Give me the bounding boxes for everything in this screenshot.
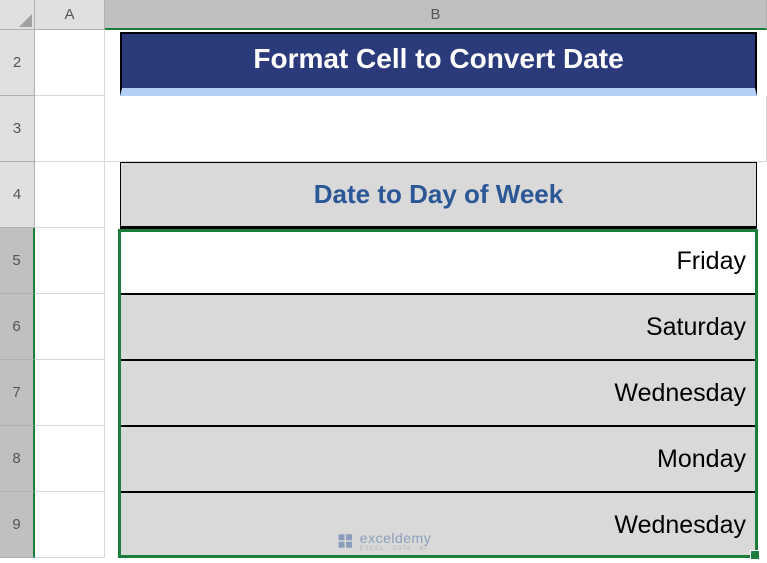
cell-a9[interactable] bbox=[35, 492, 105, 558]
row-header-2[interactable]: 2 bbox=[0, 30, 35, 96]
cell-b7[interactable]: Wednesday bbox=[120, 360, 757, 426]
cell-a2[interactable] bbox=[35, 30, 105, 96]
cell-a8[interactable] bbox=[35, 426, 105, 492]
cell-a3[interactable] bbox=[35, 96, 105, 162]
column-header-a[interactable]: A bbox=[35, 0, 105, 30]
title-cell[interactable]: Format Cell to Convert Date bbox=[120, 32, 757, 96]
row-header-5[interactable]: 5 bbox=[0, 228, 35, 294]
cell-b3[interactable] bbox=[105, 96, 767, 162]
row-header-7[interactable]: 7 bbox=[0, 360, 35, 426]
cell-a4[interactable] bbox=[35, 162, 105, 228]
watermark: exceldemy EXCEL · DATA · BI bbox=[336, 530, 431, 552]
row-header-4[interactable]: 4 bbox=[0, 162, 35, 228]
logo-icon bbox=[336, 532, 354, 550]
row-header-8[interactable]: 8 bbox=[0, 426, 35, 492]
row-header-3[interactable]: 3 bbox=[0, 96, 35, 162]
column-header-b[interactable]: B bbox=[105, 0, 767, 30]
row-header-6[interactable]: 6 bbox=[0, 294, 35, 360]
cell-a5[interactable] bbox=[35, 228, 105, 294]
row-header-9[interactable]: 9 bbox=[0, 492, 35, 558]
cell-b8[interactable]: Monday bbox=[120, 426, 757, 492]
watermark-name: exceldemy bbox=[360, 530, 431, 546]
cell-a7[interactable] bbox=[35, 360, 105, 426]
select-all-corner[interactable] bbox=[0, 0, 35, 30]
cell-a6[interactable] bbox=[35, 294, 105, 360]
table-header[interactable]: Date to Day of Week bbox=[120, 162, 757, 228]
spreadsheet-grid: A B 2 Format Cell to Convert Date 3 4 Da… bbox=[0, 0, 767, 563]
cell-b5[interactable]: Friday bbox=[120, 228, 757, 294]
cell-b6[interactable]: Saturday bbox=[120, 294, 757, 360]
cell-b9[interactable]: Wednesday bbox=[120, 492, 757, 558]
watermark-tag: EXCEL · DATA · BI bbox=[360, 546, 431, 552]
